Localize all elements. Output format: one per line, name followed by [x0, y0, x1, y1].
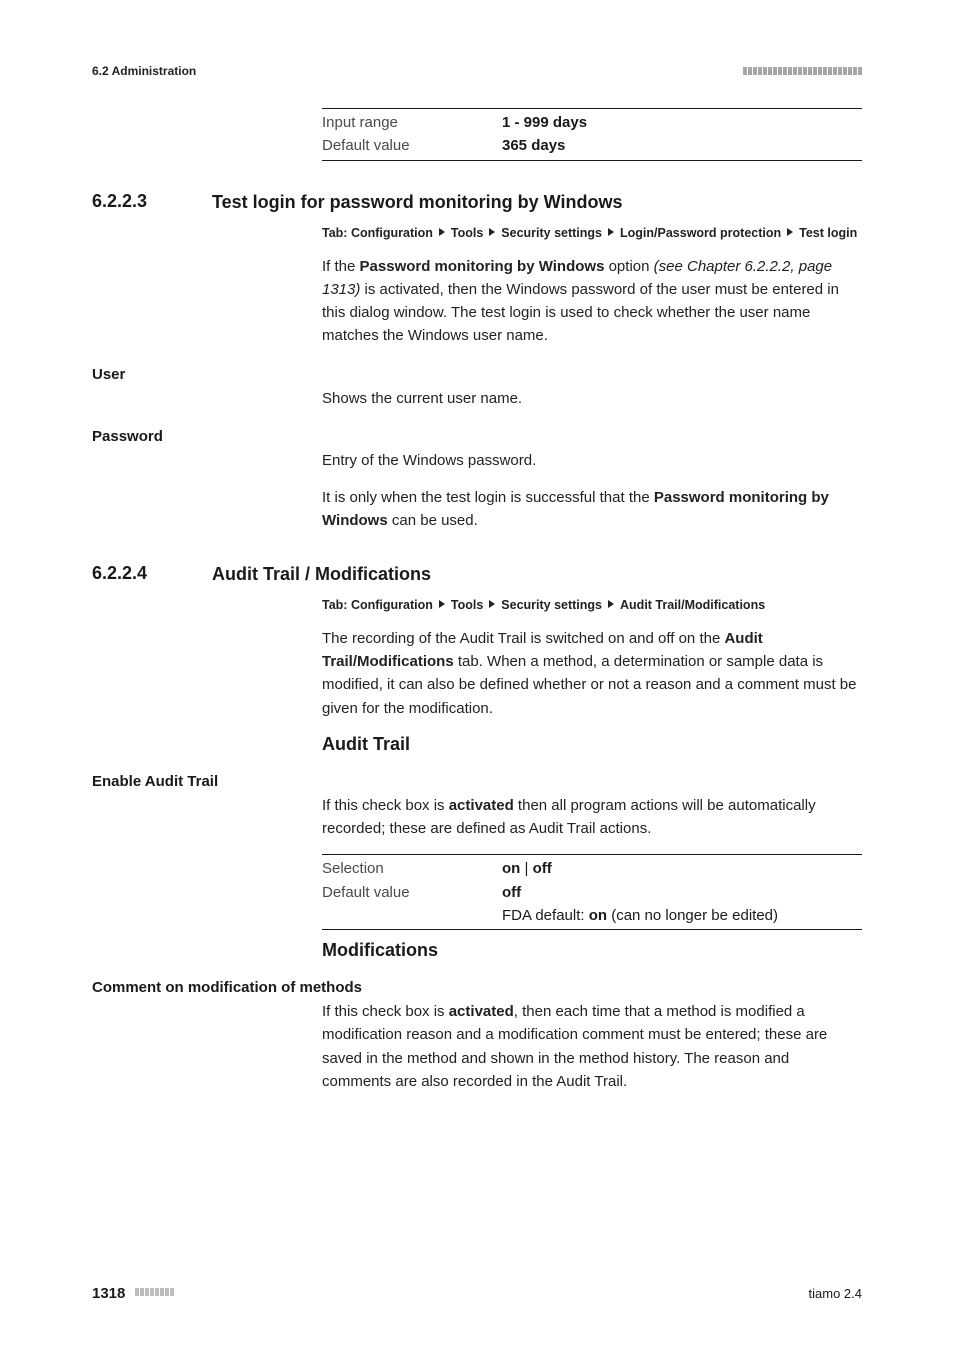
chevron-right-icon — [608, 600, 614, 608]
text-bold: on — [589, 907, 607, 924]
footer-tick-marks — [135, 1288, 174, 1296]
tab-part: Tools — [451, 598, 483, 612]
section-6-2-2-4-heading: 6.2.2.4 Audit Trail / Modifications — [92, 563, 862, 586]
tab-part: Security settings — [501, 226, 602, 240]
text: can be used. — [388, 512, 478, 529]
text: If the — [322, 258, 360, 275]
chevron-right-icon — [489, 600, 495, 608]
tab-part: Tools — [451, 226, 483, 240]
audit-trail-heading: Audit Trail — [322, 734, 862, 755]
default-value-key: Default value — [322, 134, 502, 157]
header-tick-marks — [743, 67, 862, 75]
user-description: Shows the current user name. — [322, 387, 862, 410]
section-title: Audit Trail / Modifications — [212, 563, 862, 586]
tab-part: Test login — [799, 226, 857, 240]
tab-part: Login/Password protection — [620, 226, 781, 240]
comment-on-modification-description: If this check box is activated, then eac… — [322, 1000, 862, 1093]
text: The recording of the Audit Trail is swit… — [322, 630, 724, 647]
password-label: Password — [92, 428, 862, 445]
footer-left: 1318 — [92, 1285, 174, 1302]
page-header: 6.2 Administration — [92, 64, 862, 78]
text: If this check box is — [322, 1003, 449, 1020]
enable-audit-trail-label: Enable Audit Trail — [92, 773, 862, 790]
selection-value: on | off — [502, 857, 862, 880]
selection-key: Selection — [322, 857, 502, 880]
enable-audit-trail-description: If this check box is activated then all … — [322, 794, 862, 841]
section-6-2-2-3-heading: 6.2.2.3 Test login for password monitori… — [92, 191, 862, 214]
fda-default: FDA default: on (can no longer be edited… — [502, 904, 862, 927]
section-6-2-2-3-paragraph: If the Password monitoring by Windows op… — [322, 255, 862, 348]
section-title: Test login for password monitoring by Wi… — [212, 191, 862, 214]
modifications-heading: Modifications — [322, 940, 862, 961]
password-description-2: It is only when the test login is succes… — [322, 486, 862, 533]
section-number: 6.2.2.3 — [92, 191, 212, 212]
text: FDA default: — [502, 907, 589, 924]
section-label: 6.2 Administration — [92, 64, 196, 78]
user-label: User — [92, 366, 862, 383]
tab-path-6-2-2-3: Tab: Configuration Tools Security settings… — [322, 224, 862, 243]
comment-on-modification-label: Comment on modification of methods — [92, 979, 862, 996]
tab-part: Audit Trail/Modifications — [620, 598, 765, 612]
page-number: 1318 — [92, 1285, 125, 1302]
chevron-right-icon — [439, 600, 445, 608]
page-footer: 1318 tiamo 2.4 — [92, 1285, 862, 1302]
password-description-1: Entry of the Windows password. — [322, 449, 862, 472]
selection-on: on — [502, 860, 520, 877]
text: It is only when the test login is succes… — [322, 489, 654, 506]
default-value-value: off — [502, 881, 862, 904]
section-number: 6.2.2.4 — [92, 563, 212, 584]
chevron-right-icon — [608, 228, 614, 236]
chevron-right-icon — [787, 228, 793, 236]
chevron-right-icon — [439, 228, 445, 236]
product-name: tiamo 2.4 — [809, 1286, 862, 1301]
selection-pipe: | — [520, 860, 532, 877]
tab-part: Security settings — [501, 598, 602, 612]
tab-part: Configuration — [351, 226, 433, 240]
text: If this check box is — [322, 797, 449, 814]
audit-trail-selection-block: Selection on | off Default value off FDA… — [322, 854, 862, 930]
tab-prefix: Tab: — [322, 598, 351, 612]
input-range-value: 1 - 999 days — [502, 111, 862, 134]
text-bold: activated — [449, 797, 514, 814]
input-range-key: Input range — [322, 111, 502, 134]
text-bold: Password monitoring by Windows — [360, 258, 605, 275]
tab-prefix: Tab: — [322, 226, 351, 240]
input-range-block: Input range 1 - 999 days Default value 3… — [322, 108, 862, 161]
default-value-value: 365 days — [502, 134, 862, 157]
text-bold: activated — [449, 1003, 514, 1020]
text: option — [604, 258, 653, 275]
chevron-right-icon — [489, 228, 495, 236]
empty-key — [322, 904, 502, 927]
tab-part: Configuration — [351, 598, 433, 612]
selection-off: off — [533, 860, 552, 877]
section-6-2-2-4-paragraph: The recording of the Audit Trail is swit… — [322, 627, 862, 720]
text: (can no longer be edited) — [607, 907, 778, 924]
tab-path-6-2-2-4: Tab: Configuration Tools Security settings… — [322, 596, 862, 615]
text: is activated, then the Windows password … — [322, 281, 839, 345]
default-value-key: Default value — [322, 881, 502, 904]
